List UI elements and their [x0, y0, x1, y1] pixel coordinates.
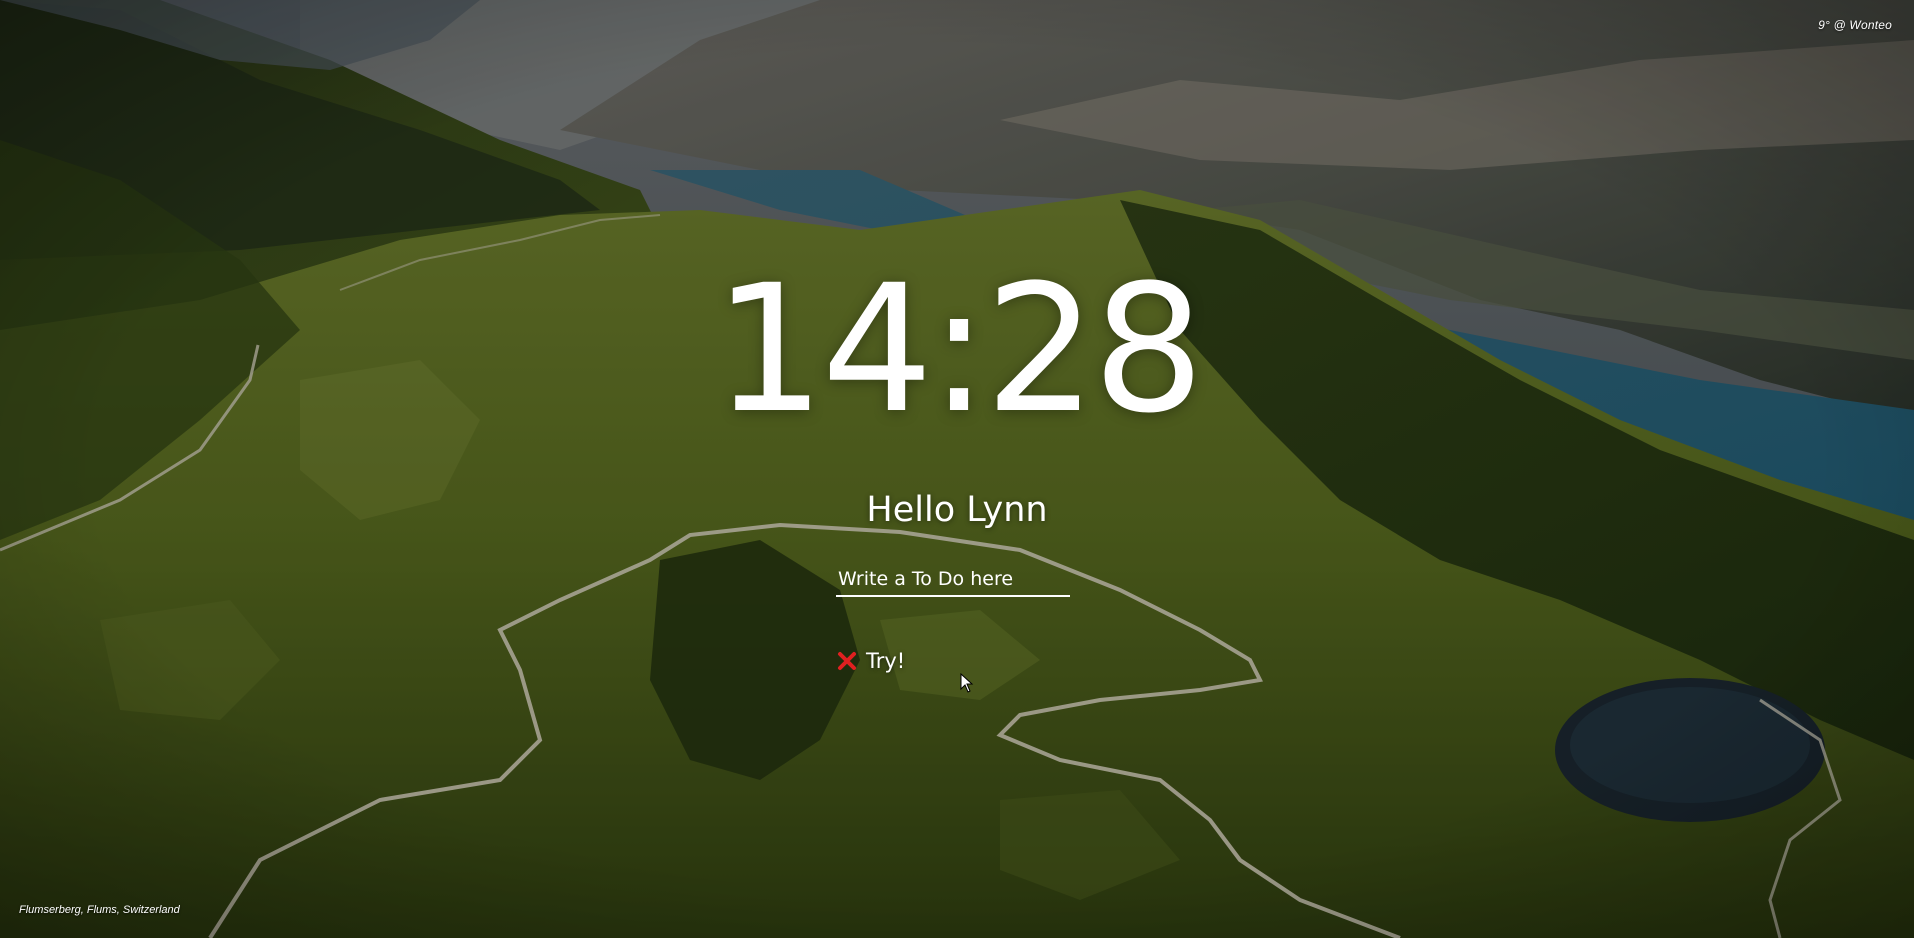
todo-item-label: Try! [866, 649, 906, 673]
background-location-caption: Flumserberg, Flums, Switzerland [19, 904, 180, 916]
clock: 14:28 [713, 247, 1204, 452]
mouse-cursor-icon [960, 673, 974, 693]
weather-widget[interactable]: 9° @ Wonteo [1818, 18, 1892, 32]
background-dim-overlay [0, 0, 1914, 938]
desktop-stage: 9° @ Wonteo 14:28 Hello Lynn Try! Flumse… [0, 0, 1914, 938]
greeting: Hello Lynn [866, 490, 1048, 530]
todo-input[interactable] [836, 563, 1070, 597]
x-icon[interactable] [836, 650, 858, 672]
todo-list-item: Try! [836, 646, 905, 676]
